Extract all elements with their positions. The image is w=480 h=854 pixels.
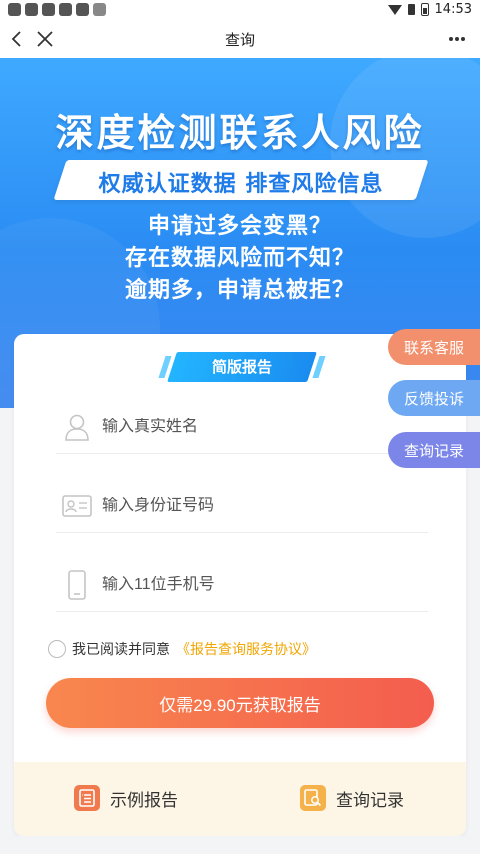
agreement-link[interactable]: 《报告查询服务协议》 <box>176 639 316 659</box>
feedback-complaint-tab[interactable]: 反馈投诉 <box>388 380 480 416</box>
user-icon <box>60 410 94 444</box>
report-icon <box>74 785 100 811</box>
notification-icon <box>25 3 38 16</box>
status-time: 14:53 <box>434 2 472 17</box>
hero-title: 深度检测联系人风险 <box>55 111 425 155</box>
notification-icon <box>42 3 55 16</box>
hero-question: 存在数据风险而不知？ <box>124 246 355 271</box>
phone-icon <box>60 568 94 602</box>
agreement-checkbox[interactable] <box>48 640 66 658</box>
notification-icon <box>76 3 89 16</box>
bottom-spacer <box>0 836 480 854</box>
hero-question: 申请过多会变黑？ <box>147 214 332 239</box>
signal-icon <box>407 4 415 15</box>
name-field[interactable] <box>56 400 428 454</box>
get-report-button[interactable]: 仅需29.90元获取报告 <box>46 678 434 728</box>
id-field[interactable] <box>56 479 428 533</box>
wifi-icon <box>387 4 402 15</box>
query-records-label: 查询记录 <box>336 790 404 811</box>
query-records-button[interactable]: 查询记录 <box>300 784 404 812</box>
notification-icon <box>93 3 106 16</box>
agreement-text: 我已阅读并同意 <box>72 642 170 658</box>
back-button[interactable] <box>4 26 28 52</box>
sample-report-label: 示例报告 <box>110 790 178 811</box>
nav-bar: 查询 <box>0 20 480 58</box>
close-button[interactable] <box>32 26 58 52</box>
page-title: 查询 <box>224 31 255 49</box>
bottom-actions: 示例报告 查询记录 <box>14 762 466 836</box>
id-card-icon <box>60 489 94 523</box>
close-icon <box>37 31 53 47</box>
hero-question: 逾期多，申请总被拒？ <box>124 278 355 303</box>
report-type-tag: 简版报告 <box>211 358 272 376</box>
status-bar: 14:53 <box>0 0 480 20</box>
phone-input[interactable] <box>102 575 402 594</box>
id-number-input[interactable] <box>102 496 402 515</box>
notification-icon <box>8 3 21 16</box>
contact-support-tab[interactable]: 联系客服 <box>388 329 480 365</box>
phone-field[interactable] <box>56 558 428 612</box>
name-input[interactable] <box>102 417 402 436</box>
more-icon <box>449 37 465 41</box>
query-records-tab[interactable]: 查询记录 <box>388 432 480 468</box>
more-button[interactable] <box>444 26 470 52</box>
back-arrow-icon <box>11 31 21 47</box>
search-record-icon <box>300 785 326 811</box>
notification-icon <box>59 3 72 16</box>
notification-icons <box>8 3 106 16</box>
battery-icon <box>420 3 429 16</box>
agreement-row: 我已阅读并同意 《报告查询服务协议》 <box>48 638 316 660</box>
sample-report-button[interactable]: 示例报告 <box>74 784 178 812</box>
hero-subtitle: 权威认证数据 排查风险信息 <box>98 172 384 197</box>
